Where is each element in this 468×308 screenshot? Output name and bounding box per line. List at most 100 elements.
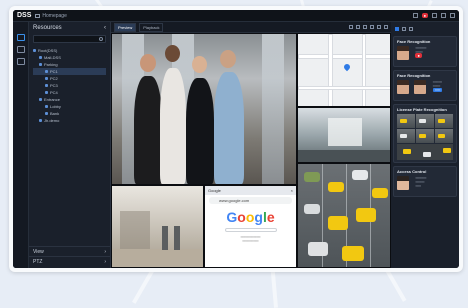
resources-panel: Resources ‹ Root(DSS) Mall-DSS Parking PC1 P… [29, 22, 110, 268]
events-panel: Face Recognition ━━━━━━ ━━━━ ● Face Recogn… [391, 22, 459, 268]
plate-capture [397, 144, 453, 160]
google-logo: Google [226, 209, 275, 225]
events-list-icon[interactable] [402, 26, 406, 31]
event-card-title: Face Recognition [397, 73, 431, 78]
camera-icon [33, 49, 36, 52]
tree-item[interactable]: Parking [33, 61, 106, 68]
tree-item[interactable]: PC3 [33, 82, 106, 89]
face-snapshot [397, 176, 409, 190]
google-search-results: ━━━━━━━━━━━ ━━━━━━━━━ [240, 235, 261, 243]
homepage-tab-label: Homepage [42, 12, 67, 19]
events-filter-icon[interactable] [395, 26, 399, 31]
alarm-badge[interactable]: ● [421, 13, 428, 18]
title-bar-right: ● [412, 13, 455, 18]
tree-item-label: PC1 [50, 69, 58, 74]
tree-item-label: Lobby [50, 104, 61, 109]
tree-item-label: Jh.demo [44, 118, 60, 123]
tab-preview[interactable]: Preview [114, 22, 137, 32]
tree-item-label: PC3 [50, 83, 58, 88]
view-label: View [33, 248, 44, 255]
tree-item[interactable]: Lobby [33, 103, 106, 110]
camera-icon [45, 84, 48, 87]
event-card-plate[interactable]: License Plate Recognition [393, 104, 457, 163]
event-card-face[interactable]: Face Recognition ━━━━━━ ━━━━ ● [393, 36, 457, 67]
tree-item[interactable]: PC1 [33, 68, 106, 75]
tree-item-label: Entrance [44, 97, 61, 102]
camera-icon [45, 91, 48, 94]
camera-icon [45, 105, 48, 108]
tree-item-label: Bank [50, 111, 60, 116]
fullscreen-icon[interactable] [384, 25, 388, 29]
resources-title: Resources [33, 24, 62, 31]
browser-tab[interactable]: Google × [205, 186, 296, 195]
resource-search-input[interactable] [33, 35, 106, 43]
view-section[interactable]: View › [29, 246, 110, 256]
camera-icon [45, 77, 48, 80]
tree-item[interactable]: PC4 [33, 89, 106, 96]
live-view-icon[interactable] [16, 34, 25, 41]
ptz-section[interactable]: PTZ › [29, 256, 110, 266]
map-view[interactable] [297, 33, 391, 107]
record-icon[interactable] [356, 25, 360, 29]
tree-item-label: Parking [44, 62, 58, 67]
close-icon[interactable] [450, 13, 455, 18]
face-match [414, 80, 427, 94]
tree-item[interactable]: Entrance [33, 96, 106, 103]
camera-icon [39, 119, 42, 122]
layout-icon[interactable] [16, 58, 25, 65]
tree-item-label: Root(DSS) [38, 48, 58, 53]
camera-icon [39, 56, 42, 59]
google-search-box[interactable] [224, 228, 277, 232]
user-icon[interactable] [412, 13, 418, 18]
events-grid-icon[interactable] [409, 26, 413, 31]
map-pin-icon[interactable] [342, 62, 352, 72]
snapshot-icon[interactable] [349, 25, 353, 29]
tree-item[interactable]: Mall-DSS [33, 54, 106, 61]
minimize-icon[interactable] [441, 13, 446, 18]
title-bar: DSS Homepage ● [13, 10, 459, 22]
resource-tree: Root(DSS) Mall-DSS Parking PC1 PC2 PC3 PC4 Entr… [29, 45, 110, 126]
grid-icon[interactable] [16, 46, 25, 53]
browser-tab-title: Google [208, 188, 221, 193]
camera-icon [45, 70, 48, 73]
tree-item[interactable]: PC2 [33, 75, 106, 82]
ptz-label: PTZ [33, 258, 43, 265]
camera-view-parking[interactable] [297, 163, 391, 268]
camera-view-lobby[interactable] [111, 185, 204, 268]
event-card-face-compare[interactable]: Face Recognition ━━━━━ ━━━━ ━━━ [393, 70, 457, 101]
split-9-icon[interactable] [377, 25, 381, 29]
events-toolbar [393, 24, 457, 33]
grid-tool-icons [349, 25, 388, 29]
event-meta: ━━━━━ ━━━━ ━━━ [432, 80, 443, 92]
event-card-access[interactable]: Access Control ━━━━━━ ━━━━━ ━━━ [393, 166, 457, 197]
tree-item[interactable]: Bank [33, 110, 106, 117]
event-meta: ━━━━━━ ━━━━ ● [415, 46, 427, 58]
event-action-button[interactable]: ━━━ [432, 88, 443, 92]
plate-thumbnails [397, 114, 453, 143]
event-card-title: Access Control [397, 169, 427, 174]
browser-address-bar[interactable]: www.google.com [209, 197, 292, 204]
sidebar-icon-column [13, 22, 29, 268]
tree-item-label: PC2 [50, 76, 58, 81]
split-1-icon[interactable] [363, 25, 367, 29]
camera-icon [39, 63, 42, 66]
tree-item[interactable]: Jh.demo [33, 117, 106, 124]
resources-header: Resources ‹ [29, 22, 110, 33]
collapse-icon[interactable]: ‹ [104, 25, 106, 31]
camera-view-mall[interactable] [297, 107, 391, 163]
camera-view-office[interactable] [111, 33, 297, 185]
app-logo: DSS [17, 12, 32, 19]
browser-window[interactable]: Google × www.google.com Google ━━━━━━━━━━… [204, 185, 297, 268]
split-4-icon[interactable] [370, 25, 374, 29]
tree-item[interactable]: Root(DSS) [33, 47, 106, 54]
tree-item-label: Mall-DSS [44, 55, 61, 60]
close-icon[interactable]: × [291, 188, 293, 193]
homepage-tab[interactable]: Homepage [35, 12, 67, 19]
camera-icon [45, 112, 48, 115]
event-card-title: Face Recognition [397, 39, 431, 44]
tab-playback[interactable]: Playback [139, 22, 164, 32]
event-meta: ━━━━━━ ━━━━━ ━━━ [415, 176, 427, 188]
settings-icon[interactable] [432, 13, 437, 18]
event-card-title: License Plate Recognition [397, 107, 447, 112]
search-icon [99, 37, 103, 41]
